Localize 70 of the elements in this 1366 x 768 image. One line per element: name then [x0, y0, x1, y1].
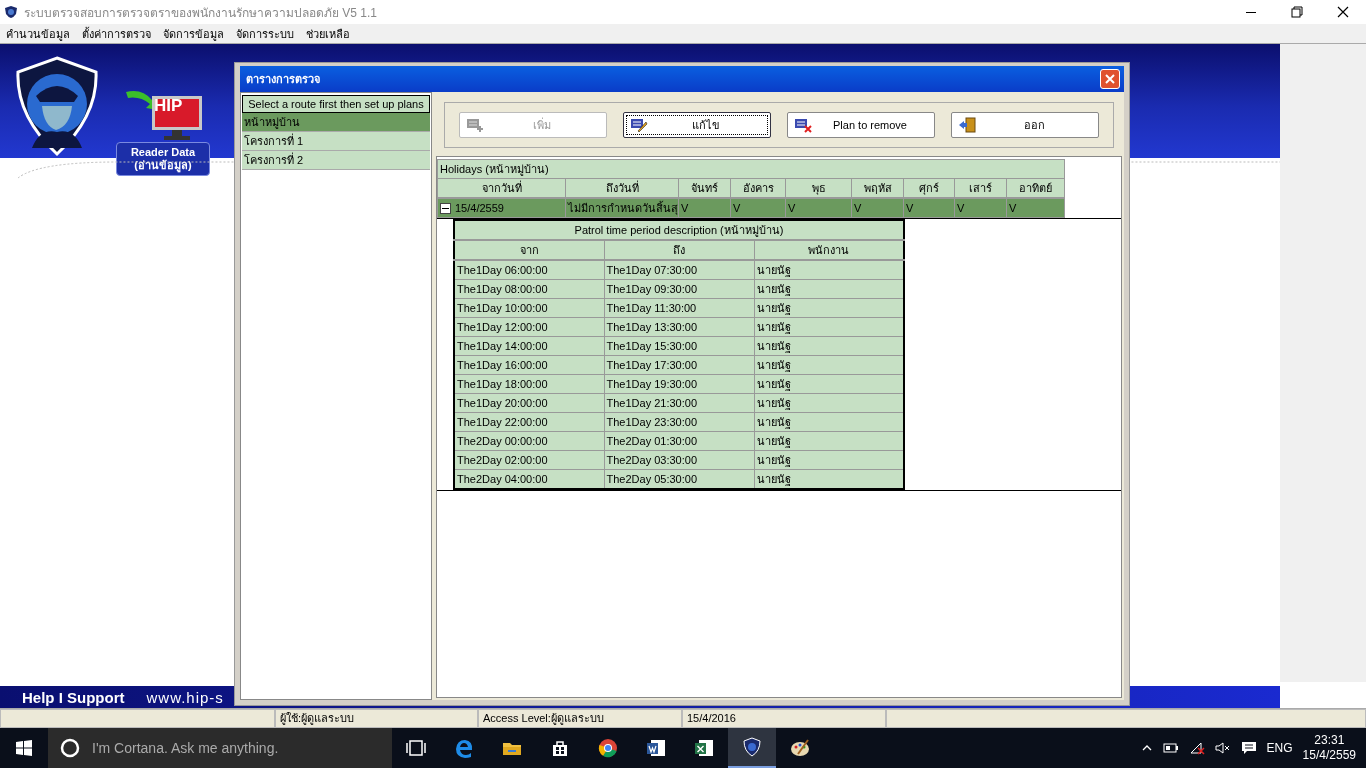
footer-url: www.hip-s [146, 688, 224, 706]
door-exit-icon [958, 117, 976, 133]
toolbar-button[interactable]: Plan to remove [787, 112, 935, 138]
table-cell: V [730, 198, 786, 218]
toolbar-button[interactable]: ออก [951, 112, 1099, 138]
logo-text: HIP [154, 96, 183, 116]
table-cell: The1Day 06:00:00 [454, 260, 604, 280]
footer-links: Help I Support [22, 688, 125, 706]
route-list-header: Select a route first then set up plans [242, 95, 430, 113]
route-item[interactable]: โครงการที่ 1 [242, 132, 430, 151]
shield-icon [4, 5, 18, 19]
table-cell: V [1006, 198, 1065, 218]
table-cell: The1Day 22:00:00 [454, 412, 604, 432]
table-cell: The2Day 02:00:00 [454, 450, 604, 470]
close-button[interactable] [1100, 69, 1120, 89]
palette-icon[interactable] [790, 738, 810, 758]
close-icon [1104, 73, 1116, 85]
network-error-icon[interactable] [1188, 741, 1205, 755]
route-item[interactable]: โครงการที่ 2 [242, 151, 430, 170]
clock[interactable]: 23:31 15/4/2559 [1302, 733, 1356, 763]
table-cell: V [785, 198, 852, 218]
chrome-icon[interactable] [598, 738, 618, 758]
table-cell: The1Day 12:00:00 [454, 317, 604, 337]
window-title: ระบบตรวจสอบการตรวจตราของพนักงานรักษาความปลอดภัย V5 1.1 [24, 4, 379, 22]
table-cell: The1Day 14:00:00 [454, 336, 604, 356]
reader-data-button[interactable]: Reader Data (อ่านข้อมูล) [116, 142, 210, 176]
table-title: Holidays (หน้าหมู่บ้าน) [437, 159, 1065, 179]
menu-item[interactable]: จัดการระบบ [236, 24, 294, 43]
table-cell: The1Day 16:00:00 [454, 355, 604, 375]
table-title: Patrol time period description (หน้าหมู่บ้าน) [454, 220, 904, 240]
table-cell: The1Day 10:00:00 [454, 298, 604, 318]
language-indicator[interactable]: ENG [1266, 741, 1293, 755]
table-cell: The2Day 04:00:00 [454, 469, 604, 489]
table-cell: ไม่มีการกำหนดวันสิ้นสุ [565, 198, 679, 218]
dialog-title: ตารางการตรวจ [246, 72, 321, 87]
table-cell: The1Day 20:00:00 [454, 393, 604, 413]
table-cell: V [851, 198, 904, 218]
shopping-bag-icon[interactable] [550, 738, 570, 758]
grid-delete-icon [794, 117, 812, 133]
shield-icon[interactable] [742, 737, 762, 757]
menu-item[interactable]: ตั้งค่าการตรวจ [82, 24, 151, 43]
status-text: ผู้ใช้:ผู้ดูแลระบบ [275, 709, 478, 728]
task-view-icon[interactable] [406, 738, 426, 758]
grid-add-icon [466, 117, 484, 133]
table-cell: V [903, 198, 955, 218]
grid-pencil-icon [630, 117, 648, 133]
collapse-icon[interactable] [440, 203, 451, 215]
volume-muted-icon[interactable] [1214, 741, 1231, 755]
search-field[interactable]: I'm Cortana. Ask me anything. [48, 728, 392, 768]
route-item[interactable]: หน้าหมู่บ้าน [242, 113, 430, 132]
table-cell: The2Day 00:00:00 [454, 431, 604, 451]
table-cell: The1Day 08:00:00 [454, 279, 604, 299]
table-cell: V [678, 198, 731, 218]
menu-item[interactable]: ช่วยเหลือ [306, 24, 350, 43]
browser-e-icon[interactable] [454, 738, 474, 758]
document-icon[interactable] [646, 738, 666, 758]
notification-icon[interactable] [1240, 741, 1257, 755]
table-cell: The1Day 18:00:00 [454, 374, 604, 394]
table-cell: V [954, 198, 1007, 218]
status-text: Access Level:ผู้ดูแลระบบ [478, 709, 682, 728]
spreadsheet-icon[interactable] [694, 738, 714, 758]
battery-icon[interactable] [1162, 742, 1179, 754]
table-cell: 15/4/2559 [455, 201, 504, 214]
circle-icon [60, 738, 80, 758]
status-text: 15/4/2016 [682, 709, 886, 728]
menu-item[interactable]: จัดการข้อมูล [163, 24, 224, 43]
column-header: จาก [454, 240, 604, 260]
windows-start-icon[interactable] [16, 740, 32, 756]
toolbar-button[interactable]: แก้ไข [623, 112, 771, 138]
menu-item[interactable]: คำนวนข้อมูล [6, 24, 70, 43]
